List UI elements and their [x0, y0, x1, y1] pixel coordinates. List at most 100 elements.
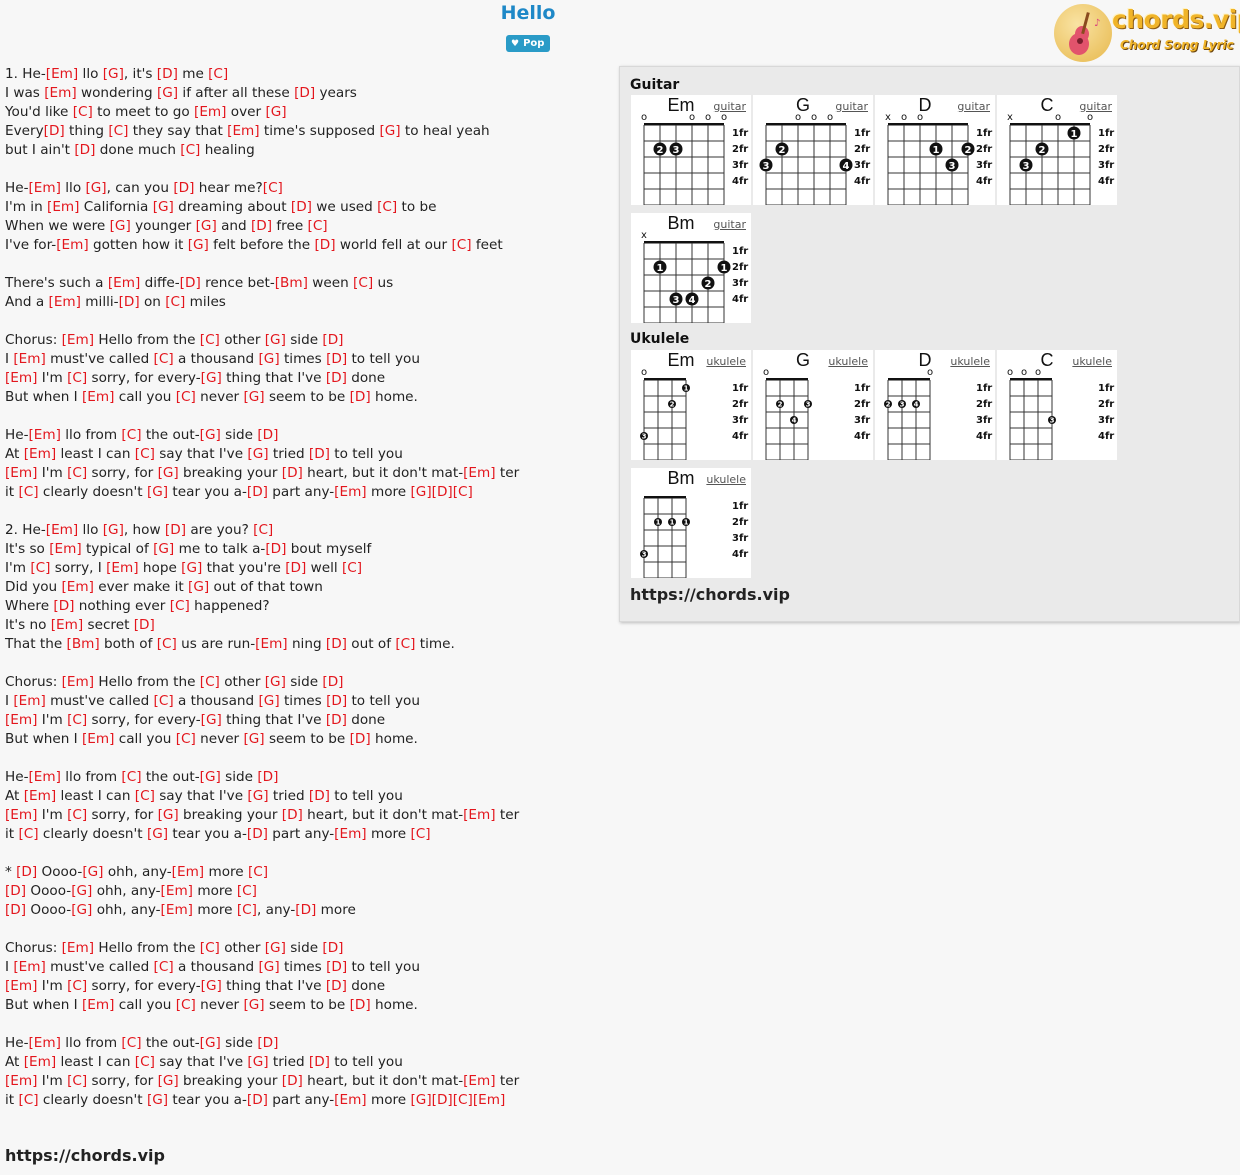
chord-link[interactable]: [C] [154, 959, 174, 975]
chord-link[interactable]: [D] [350, 997, 371, 1013]
chord-link[interactable]: [C] [176, 731, 196, 747]
chord-link[interactable]: [Em] [108, 275, 140, 291]
chord-link[interactable]: [C] [180, 142, 200, 158]
chord-link[interactable]: [Em] [227, 123, 259, 139]
chord-link[interactable]: [G] [110, 218, 131, 234]
chord-link[interactable]: [Em] [49, 294, 81, 310]
chord-link[interactable]: [D] [432, 1092, 453, 1108]
chord-link[interactable]: [Em] [463, 1073, 495, 1089]
chord-link[interactable]: [D] [257, 427, 278, 443]
chord-link[interactable]: [D] [326, 712, 347, 728]
chord-link[interactable]: [D] [282, 465, 303, 481]
chord-link[interactable]: [C] [377, 199, 397, 215]
chord-link[interactable]: [C] [73, 104, 93, 120]
chord-link[interactable]: [C] [108, 123, 128, 139]
chord-link[interactable]: [Em] [47, 199, 79, 215]
chord-link[interactable]: [Em] [106, 560, 138, 576]
ukulele-link[interactable]: ukulele [1072, 355, 1112, 368]
chord-link[interactable]: [D] [173, 180, 194, 196]
ukulele-chord-card-c[interactable]: 1fr 2fr 3fr 4fr o o o 3 Cukulele [997, 350, 1117, 460]
chord-link[interactable]: [D] [322, 674, 343, 690]
chord-link[interactable]: [G] [247, 788, 268, 804]
chord-link[interactable]: [D] [119, 294, 140, 310]
chord-link[interactable]: [C] [18, 484, 38, 500]
chord-link[interactable]: [D] [5, 883, 26, 899]
chord-link[interactable]: [G] [158, 1073, 179, 1089]
chord-link[interactable]: [D] [44, 123, 65, 139]
chord-link[interactable]: [G] [243, 997, 264, 1013]
chord-link[interactable]: [Em] [172, 864, 204, 880]
chord-link[interactable]: [G] [103, 522, 124, 538]
chord-link[interactable]: [G] [258, 959, 279, 975]
guitar-chord-card-g[interactable]: 1fr 2fr 3fr 4fr o o o 3 2 4 Gguitar [753, 95, 873, 205]
chord-link[interactable]: [C] [451, 237, 471, 253]
chord-link[interactable]: [Em] [62, 940, 94, 956]
chord-link[interactable]: [C] [18, 826, 38, 842]
chord-link[interactable]: [G] [247, 446, 268, 462]
chord-link[interactable]: [C] [353, 275, 373, 291]
chord-link[interactable]: [D] [251, 218, 272, 234]
chord-link[interactable]: [G] [258, 351, 279, 367]
chord-link[interactable]: [Em] [13, 693, 45, 709]
chord-link[interactable]: [C] [18, 1092, 38, 1108]
chord-link[interactable]: [C] [135, 788, 155, 804]
chord-link[interactable]: [G] [103, 66, 124, 82]
chord-link[interactable]: [D] [247, 1092, 268, 1108]
chord-link[interactable]: [D] [5, 902, 26, 918]
chord-link[interactable]: [D] [295, 902, 316, 918]
chord-link[interactable]: [G] [188, 579, 209, 595]
chord-link[interactable]: [C] [30, 560, 50, 576]
chord-link[interactable]: [G] [410, 1092, 431, 1108]
chord-link[interactable]: [D] [326, 978, 347, 994]
chord-link[interactable]: [G] [71, 902, 92, 918]
chord-link[interactable]: [Em] [5, 712, 37, 728]
guitar-chord-card-d[interactable]: 1fr 2fr 3fr 4fr x o o 1 3 2 Dguitar [875, 95, 995, 205]
chord-link[interactable]: [G] [201, 978, 222, 994]
chord-link[interactable]: [Em] [194, 104, 226, 120]
chord-link[interactable]: [Em] [62, 332, 94, 348]
chord-link[interactable]: [G] [153, 199, 174, 215]
ukulele-chord-card-em[interactable]: 1fr 2fr 3fr 4fr o 3 2 1 Em ukulele [631, 350, 751, 460]
chord-link[interactable]: [G] [158, 807, 179, 823]
chord-link[interactable]: [G] [201, 370, 222, 386]
chord-link[interactable]: [G] [247, 1054, 268, 1070]
chord-link[interactable]: [C] [165, 294, 185, 310]
guitar-link[interactable]: guitar [835, 100, 868, 113]
chord-link[interactable]: [G] [158, 465, 179, 481]
chord-link[interactable]: [Em] [161, 883, 193, 899]
guitar-chord-card-c[interactable]: 1fr 2fr 3fr 4fr x o o 3 2 1 Cguitar [997, 95, 1117, 205]
chord-link[interactable]: [Em] [24, 446, 56, 462]
chord-link[interactable]: [G] [200, 769, 221, 785]
chord-link[interactable]: [Em] [5, 1073, 37, 1089]
chord-link[interactable]: [Em] [29, 180, 61, 196]
guitar-link[interactable]: guitar [1079, 100, 1112, 113]
ukulele-link[interactable]: ukulele [706, 473, 746, 486]
chord-link[interactable]: [G] [181, 560, 202, 576]
chord-link[interactable]: [Em] [24, 1054, 56, 1070]
chord-link[interactable]: [G] [200, 1035, 221, 1051]
chord-link[interactable]: [D] [16, 864, 37, 880]
chord-link[interactable]: [Em] [334, 1092, 366, 1108]
chord-link[interactable]: [G] [157, 85, 178, 101]
chord-link[interactable]: [G] [265, 940, 286, 956]
chord-link[interactable]: [G] [147, 826, 168, 842]
chord-link[interactable]: [G] [243, 731, 264, 747]
chord-link[interactable]: [G] [410, 484, 431, 500]
chord-link[interactable]: [Em] [29, 427, 61, 443]
chord-link[interactable]: [D] [282, 1073, 303, 1089]
chord-link[interactable]: [C] [67, 1073, 87, 1089]
chord-link[interactable]: [C] [200, 332, 220, 348]
chord-link[interactable]: [G] [265, 674, 286, 690]
chord-link[interactable]: [D] [265, 541, 286, 557]
chord-link[interactable]: [C] [200, 940, 220, 956]
chord-link[interactable]: [C] [253, 522, 273, 538]
chord-link[interactable]: [G] [201, 712, 222, 728]
chord-link[interactable]: [D] [350, 389, 371, 405]
chord-link[interactable]: [Em] [82, 389, 114, 405]
chord-link[interactable]: [C] [453, 1092, 473, 1108]
chord-link[interactable]: [Bm] [67, 636, 100, 652]
chord-link[interactable]: [G] [258, 693, 279, 709]
chord-link[interactable]: [D] [350, 731, 371, 747]
chord-link[interactable]: [C] [67, 465, 87, 481]
chord-link[interactable]: [C] [67, 712, 87, 728]
